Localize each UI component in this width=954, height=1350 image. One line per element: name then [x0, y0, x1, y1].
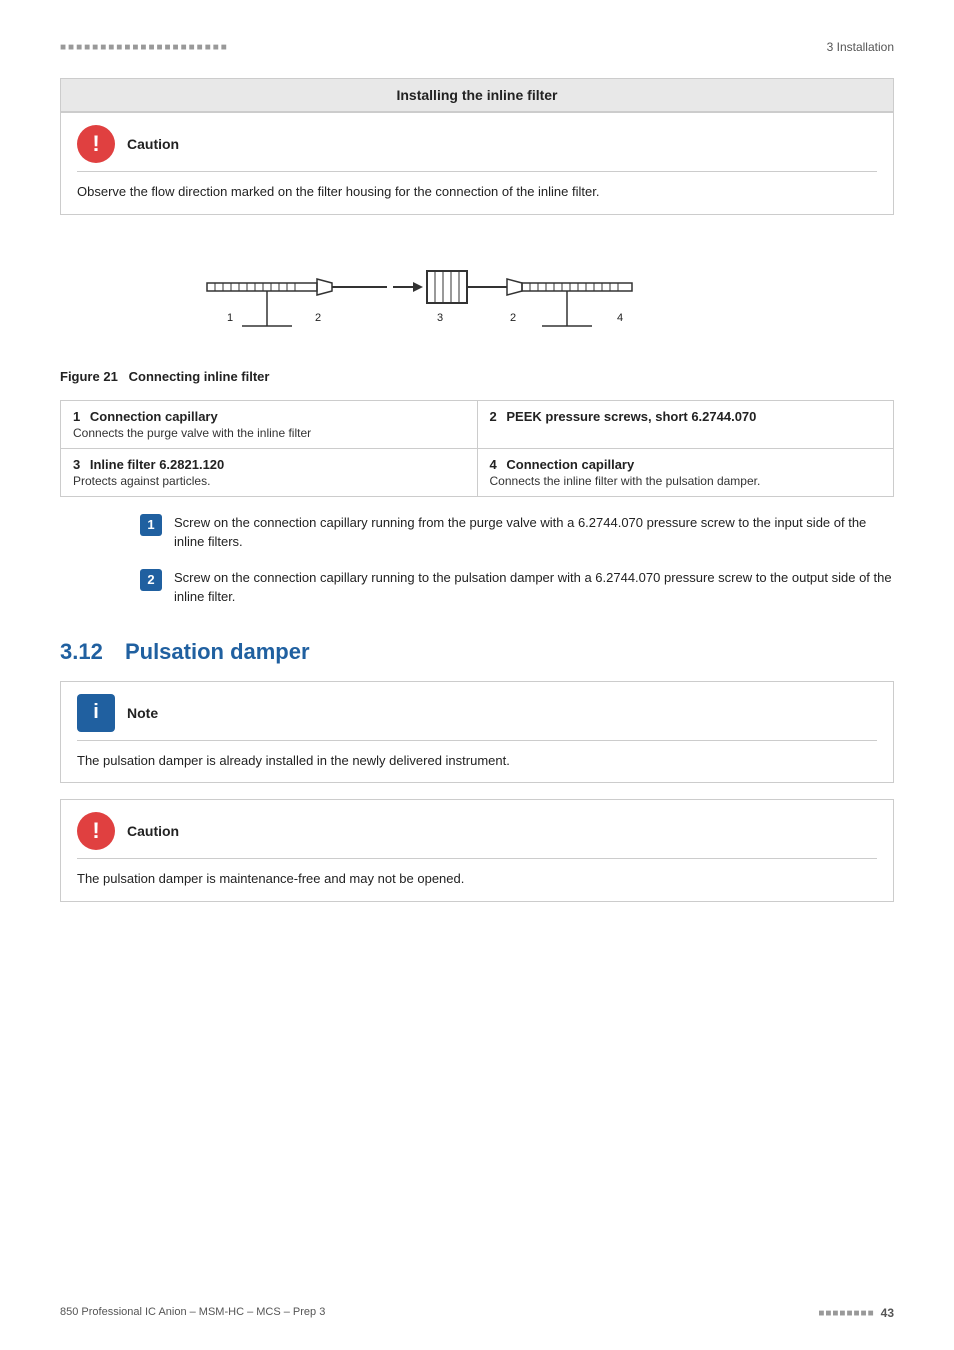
- caution1-box: ! Caution Observe the flow direction mar…: [60, 112, 894, 215]
- section-312-label: Pulsation damper: [125, 639, 310, 664]
- legend-cell-4: 4 Connection capillary Connects the inli…: [477, 448, 894, 496]
- section-header-title: Installing the inline filter: [396, 87, 557, 103]
- footer-page: 43: [881, 1306, 894, 1320]
- steps-area: 1 Screw on the connection capillary runn…: [60, 513, 894, 607]
- figure-svg: 1 2 3: [197, 231, 757, 361]
- step-1-num: 1: [140, 514, 162, 536]
- footer-left: 850 Professional IC Anion – MSM-HC – MCS…: [60, 1306, 325, 1320]
- svg-text:3: 3: [437, 312, 443, 324]
- page: ■■■■■■■■■■■■■■■■■■■■■ 3 Installation Ins…: [0, 0, 954, 1350]
- legend-desc-1: Connects the purge valve with the inline…: [73, 426, 465, 440]
- step-1: 1 Screw on the connection capillary runn…: [140, 513, 894, 552]
- step-1-text: Screw on the connection capillary runnin…: [174, 513, 894, 552]
- section-312-title: 3.12 Pulsation damper: [60, 631, 894, 665]
- legend-desc-4: Connects the inline filter with the puls…: [490, 474, 882, 488]
- caution1-icon: !: [77, 125, 115, 163]
- top-bar-dots: ■■■■■■■■■■■■■■■■■■■■■: [60, 42, 229, 53]
- legend-cell-1: 1 Connection capillary Connects the purg…: [61, 400, 478, 448]
- caution2-title: Caution: [127, 823, 877, 839]
- figure-diagram: 1 2 3: [60, 231, 894, 361]
- step-2-num: 2: [140, 569, 162, 591]
- section-header-box: Installing the inline filter: [60, 78, 894, 112]
- footer: 850 Professional IC Anion – MSM-HC – MCS…: [60, 1306, 894, 1320]
- svg-text:4: 4: [617, 312, 623, 324]
- caution1-header: ! Caution: [77, 125, 877, 172]
- legend-title-2: PEEK pressure screws, short 6.2744.070: [506, 409, 756, 424]
- footer-right: ■■■■■■■■ 43: [818, 1306, 894, 1320]
- step-2-text: Screw on the connection capillary runnin…: [174, 568, 894, 607]
- legend-row-34: 3 Inline filter 6.2821.120 Protects agai…: [61, 448, 894, 496]
- svg-text:2: 2: [315, 312, 321, 324]
- legend-num-1: 1: [73, 409, 80, 424]
- note1-title: Note: [127, 705, 877, 721]
- legend-cell-2: 2 PEEK pressure screws, short 6.2744.070: [477, 400, 894, 448]
- note1-icon: i: [77, 694, 115, 732]
- section-312-num: 3.12: [60, 639, 103, 664]
- caution2-header: ! Caution: [77, 812, 877, 859]
- top-bar: ■■■■■■■■■■■■■■■■■■■■■ 3 Installation: [60, 40, 894, 54]
- legend-title-4: Connection capillary: [506, 457, 634, 472]
- legend-title-1: Connection capillary: [90, 409, 218, 424]
- legend-num-2: 2: [490, 409, 497, 424]
- legend-title-3: Inline filter 6.2821.120: [90, 457, 224, 472]
- note1-body: The pulsation damper is already installe…: [77, 751, 877, 771]
- legend-num-3: 3: [73, 457, 80, 472]
- step-2: 2 Screw on the connection capillary runn…: [140, 568, 894, 607]
- figure-area: 1 2 3: [60, 231, 894, 384]
- caution1-title: Caution: [127, 136, 877, 152]
- figure-caption: Figure 21 Connecting inline filter: [60, 369, 269, 384]
- legend-row-12: 1 Connection capillary Connects the purg…: [61, 400, 894, 448]
- caution2-box: ! Caution The pulsation damper is mainte…: [60, 799, 894, 902]
- figure-caption-num: Figure 21: [60, 369, 118, 384]
- caution2-icon: !: [77, 812, 115, 850]
- caution2-body: The pulsation damper is maintenance-free…: [77, 869, 877, 889]
- top-bar-section: 3 Installation: [827, 40, 894, 54]
- legend-num-4: 4: [490, 457, 497, 472]
- figure-caption-text: Connecting inline filter: [129, 369, 270, 384]
- legend-desc-3: Protects against particles.: [73, 474, 465, 488]
- legend-cell-3: 3 Inline filter 6.2821.120 Protects agai…: [61, 448, 478, 496]
- caution1-body: Observe the flow direction marked on the…: [77, 182, 877, 202]
- legend-table: 1 Connection capillary Connects the purg…: [60, 400, 894, 497]
- note1-box: i Note The pulsation damper is already i…: [60, 681, 894, 784]
- svg-text:2: 2: [510, 312, 516, 324]
- note1-header: i Note: [77, 694, 877, 741]
- svg-text:1: 1: [227, 312, 233, 324]
- footer-dots: ■■■■■■■■: [818, 1308, 874, 1319]
